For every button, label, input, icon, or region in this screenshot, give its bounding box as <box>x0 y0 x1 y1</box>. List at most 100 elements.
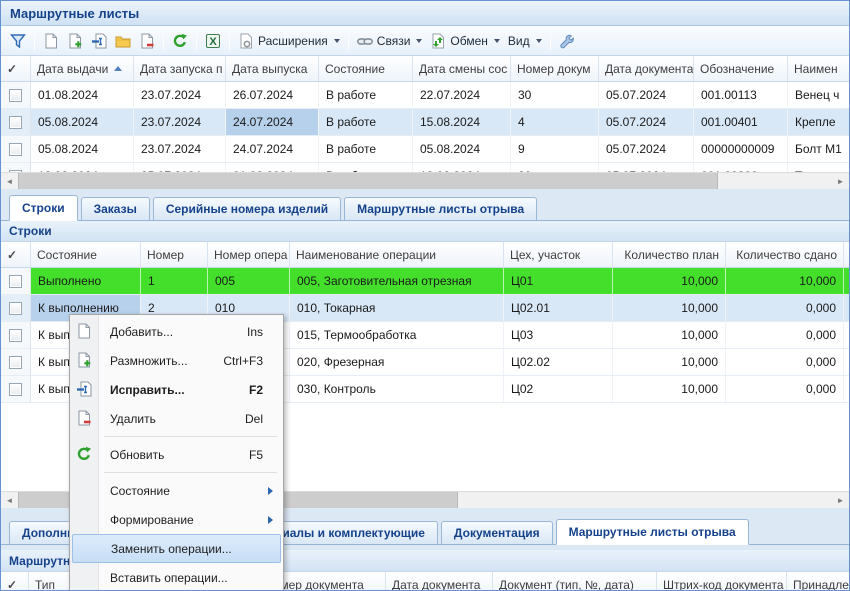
cell[interactable]: В работе <box>319 136 413 162</box>
cell[interactable] <box>844 322 850 348</box>
menu-item-state[interactable]: Состояние <box>70 476 283 505</box>
column-header[interactable]: Дата документа <box>599 56 694 81</box>
row-checkbox-cell[interactable] <box>1 268 31 294</box>
cell[interactable]: 4 <box>511 109 599 135</box>
cell[interactable]: Ц01 <box>504 268 613 294</box>
cell[interactable]: Ц03 <box>504 322 613 348</box>
column-header[interactable]: Дата запуска п <box>134 56 226 81</box>
column-header[interactable]: Количество план <box>613 242 726 267</box>
links-menu-button[interactable]: Связи <box>353 29 427 53</box>
row-checkbox-cell[interactable] <box>1 136 31 162</box>
cell[interactable]: 10,000 <box>613 295 726 321</box>
column-header[interactable]: Номер опера <box>208 242 290 267</box>
extensions-menu-button[interactable]: Расширения <box>234 29 344 53</box>
menu-item-replace-operations[interactable]: Заменить операции... <box>72 534 281 563</box>
cell[interactable]: В работе <box>319 109 413 135</box>
column-header[interactable]: Состояние <box>319 56 413 81</box>
cell[interactable]: Венец ч <box>788 82 849 108</box>
add-button[interactable] <box>39 29 63 53</box>
cell[interactable]: 030, Контроль <box>290 376 504 402</box>
exchange-menu-button[interactable]: Обмен <box>426 29 504 53</box>
column-header[interactable]: Дата смены сос <box>413 56 511 81</box>
cell[interactable]: 10,000 <box>726 268 844 294</box>
cell[interactable]: 05.08.2024 <box>31 136 134 162</box>
checkbox[interactable] <box>9 383 22 396</box>
cell[interactable]: 23.07.2024 <box>134 136 226 162</box>
row-checkbox-cell[interactable] <box>1 376 31 402</box>
scrollbar-track[interactable] <box>458 492 832 508</box>
checkbox[interactable] <box>9 143 22 156</box>
tab-tear-off-route-sheets[interactable]: Маршрутные листы отрыва <box>344 197 537 220</box>
cell[interactable]: 015, Термообработка <box>290 322 504 348</box>
cell[interactable]: 9 <box>511 136 599 162</box>
menu-item-refresh[interactable]: Обновить F5 <box>70 440 283 469</box>
tab-stroki[interactable]: Строки <box>9 195 78 221</box>
column-header[interactable] <box>844 242 850 267</box>
cell[interactable]: 30 <box>511 82 599 108</box>
view-menu-button[interactable]: Вид <box>504 29 546 53</box>
edit-button[interactable] <box>87 29 111 53</box>
checkbox[interactable] <box>9 302 22 315</box>
cell[interactable]: 05.07.2024 <box>599 109 694 135</box>
delete-button[interactable] <box>135 29 159 53</box>
focused-cell[interactable]: 24.07.2024 <box>226 109 319 135</box>
open-button[interactable] <box>111 29 135 53</box>
cell[interactable]: 05.08.2024 <box>31 109 134 135</box>
scrollbar-track[interactable] <box>718 173 832 189</box>
cell[interactable]: 15.08.2024 <box>413 109 511 135</box>
menu-item-insert-operations[interactable]: Вставить операции... <box>70 563 283 591</box>
scroll-left-button[interactable]: ◄ <box>1 173 18 189</box>
table-row[interactable]: 05.08.2024 23.07.2024 24.07.2024 В работ… <box>1 136 849 163</box>
select-all-column-header[interactable]: ✓ <box>1 242 31 267</box>
cell[interactable]: 005, Заготовительная отрезная <box>290 268 504 294</box>
cell[interactable]: 005 <box>208 268 290 294</box>
cell[interactable]: 1 <box>141 268 208 294</box>
duplicate-button[interactable] <box>63 29 87 53</box>
cell[interactable]: 23.07.2024 <box>134 82 226 108</box>
cell[interactable]: Ц02.01 <box>504 295 613 321</box>
cell[interactable]: Крепле <box>788 109 849 135</box>
column-header[interactable]: Состояние <box>31 242 141 267</box>
cell[interactable] <box>844 295 850 321</box>
cell[interactable]: 05.08.2024 <box>413 136 511 162</box>
cell[interactable]: 23.07.2024 <box>134 109 226 135</box>
menu-item-formation[interactable]: Формирование <box>70 505 283 534</box>
cell[interactable]: 001.00401 <box>694 109 788 135</box>
cell[interactable]: 26.07.2024 <box>226 82 319 108</box>
row-checkbox-cell[interactable] <box>1 322 31 348</box>
cell[interactable]: Ц02 <box>504 376 613 402</box>
checkbox[interactable] <box>9 275 22 288</box>
checkbox[interactable] <box>9 116 22 129</box>
column-header[interactable]: Дата документа <box>386 572 493 591</box>
row-checkbox-cell[interactable] <box>1 82 31 108</box>
column-header[interactable]: Дата выдачи <box>31 56 134 81</box>
select-all-column-header[interactable]: ✓ <box>1 572 29 591</box>
cell[interactable]: 0,000 <box>726 376 844 402</box>
cell[interactable] <box>844 376 850 402</box>
column-header[interactable]: Штрих-код документа <box>657 572 787 591</box>
refresh-button[interactable] <box>168 29 192 53</box>
cell[interactable]: 0,000 <box>726 322 844 348</box>
cell[interactable]: 10,000 <box>613 349 726 375</box>
cell[interactable]: 24.07.2024 <box>226 136 319 162</box>
cell[interactable]: 0,000 <box>726 295 844 321</box>
column-header[interactable]: Наимен <box>788 56 849 81</box>
checkbox[interactable] <box>9 356 22 369</box>
table-row-selected[interactable]: 05.08.2024 23.07.2024 24.07.2024 В работ… <box>1 109 849 136</box>
tab-tear-off-route-sheets-bottom[interactable]: Маршрутные листы отрыва <box>556 519 749 545</box>
menu-item-delete[interactable]: Удалить Del <box>70 404 283 433</box>
cell[interactable]: 00000000009 <box>694 136 788 162</box>
horizontal-scrollbar[interactable]: ◄ ► <box>1 172 849 189</box>
row-checkbox-cell[interactable] <box>1 109 31 135</box>
export-excel-button[interactable]: X <box>201 29 225 53</box>
cell[interactable]: 05.07.2024 <box>599 136 694 162</box>
row-checkbox-cell[interactable] <box>1 349 31 375</box>
table-row[interactable]: 01.08.2024 23.07.2024 26.07.2024 В работ… <box>1 82 849 109</box>
column-header[interactable]: Номер <box>141 242 208 267</box>
cell[interactable] <box>844 349 850 375</box>
cell[interactable]: 0,000 <box>726 349 844 375</box>
column-header[interactable]: Количество сдано <box>726 242 844 267</box>
column-header[interactable]: Документ (тип, №, дата) <box>493 572 657 591</box>
scrollbar-thumb[interactable] <box>18 173 718 189</box>
menu-item-add[interactable]: Добавить... Ins <box>70 317 283 346</box>
